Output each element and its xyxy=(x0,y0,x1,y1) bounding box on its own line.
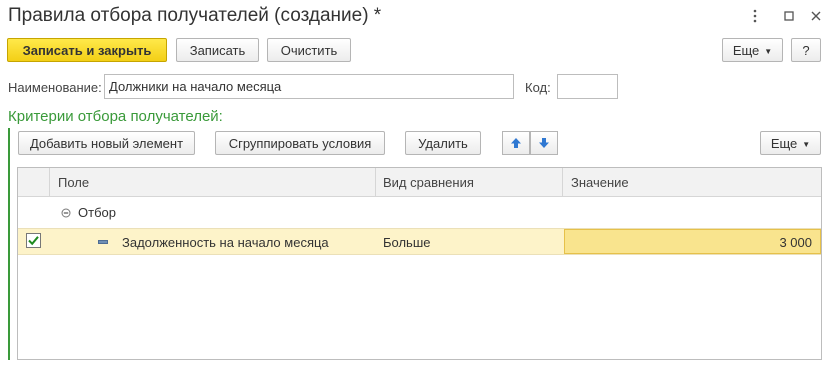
criteria-more-button[interactable]: Еще ▼ xyxy=(760,131,821,155)
arrow-up-icon xyxy=(511,138,521,148)
table-row[interactable]: Задолженность на начало месяца Больше 3 … xyxy=(18,228,821,255)
condition-icon xyxy=(98,240,108,244)
save-and-close-button[interactable]: Записать и закрыть xyxy=(7,38,167,62)
table-header: Поле Вид сравнения Значение xyxy=(18,168,821,197)
more-options-icon[interactable] xyxy=(745,6,765,26)
code-field[interactable] xyxy=(557,74,618,99)
row-checkbox[interactable] xyxy=(26,233,41,248)
arrow-down-icon xyxy=(539,138,549,148)
chevron-down-icon: ▼ xyxy=(802,139,811,149)
checkmark-icon xyxy=(28,236,39,246)
row-comparison[interactable]: Больше xyxy=(383,235,431,250)
delete-button[interactable]: Удалить xyxy=(405,131,481,155)
row-value: 3 000 xyxy=(779,235,812,250)
collapse-icon[interactable] xyxy=(61,206,71,221)
row-value-cell[interactable]: 3 000 xyxy=(564,229,821,254)
more-button-label: Еще xyxy=(732,42,760,58)
move-up-button[interactable] xyxy=(502,131,530,155)
window-title: Правила отбора получателей (создание) * xyxy=(8,5,382,26)
close-icon[interactable] xyxy=(806,6,826,26)
add-element-button[interactable]: Добавить новый элемент xyxy=(18,131,195,155)
name-field[interactable]: Должники на начало месяца xyxy=(104,74,514,99)
help-button[interactable]: ? xyxy=(791,38,821,62)
save-button[interactable]: Записать xyxy=(176,38,259,62)
criteria-table[interactable]: Поле Вид сравнения Значение Отбор Задолж… xyxy=(17,167,822,360)
more-button[interactable]: Еще ▼ xyxy=(722,38,783,62)
code-label: Код: xyxy=(525,80,551,95)
section-divider xyxy=(8,128,10,360)
move-down-button[interactable] xyxy=(530,131,558,155)
name-label: Наименование: xyxy=(8,80,102,95)
criteria-section-title: Критерии отбора получателей: xyxy=(8,108,223,125)
root-group-label[interactable]: Отбор xyxy=(78,205,116,220)
criteria-more-label: Еще xyxy=(770,135,798,151)
column-field[interactable]: Поле xyxy=(58,175,89,190)
column-value[interactable]: Значение xyxy=(571,175,629,190)
column-comparison[interactable]: Вид сравнения xyxy=(383,175,474,190)
row-field[interactable]: Задолженность на начало месяца xyxy=(122,235,329,250)
maximize-icon[interactable] xyxy=(779,6,799,26)
group-conditions-button[interactable]: Сгруппировать условия xyxy=(215,131,385,155)
clear-button[interactable]: Очистить xyxy=(267,38,351,62)
chevron-down-icon: ▼ xyxy=(764,46,773,56)
